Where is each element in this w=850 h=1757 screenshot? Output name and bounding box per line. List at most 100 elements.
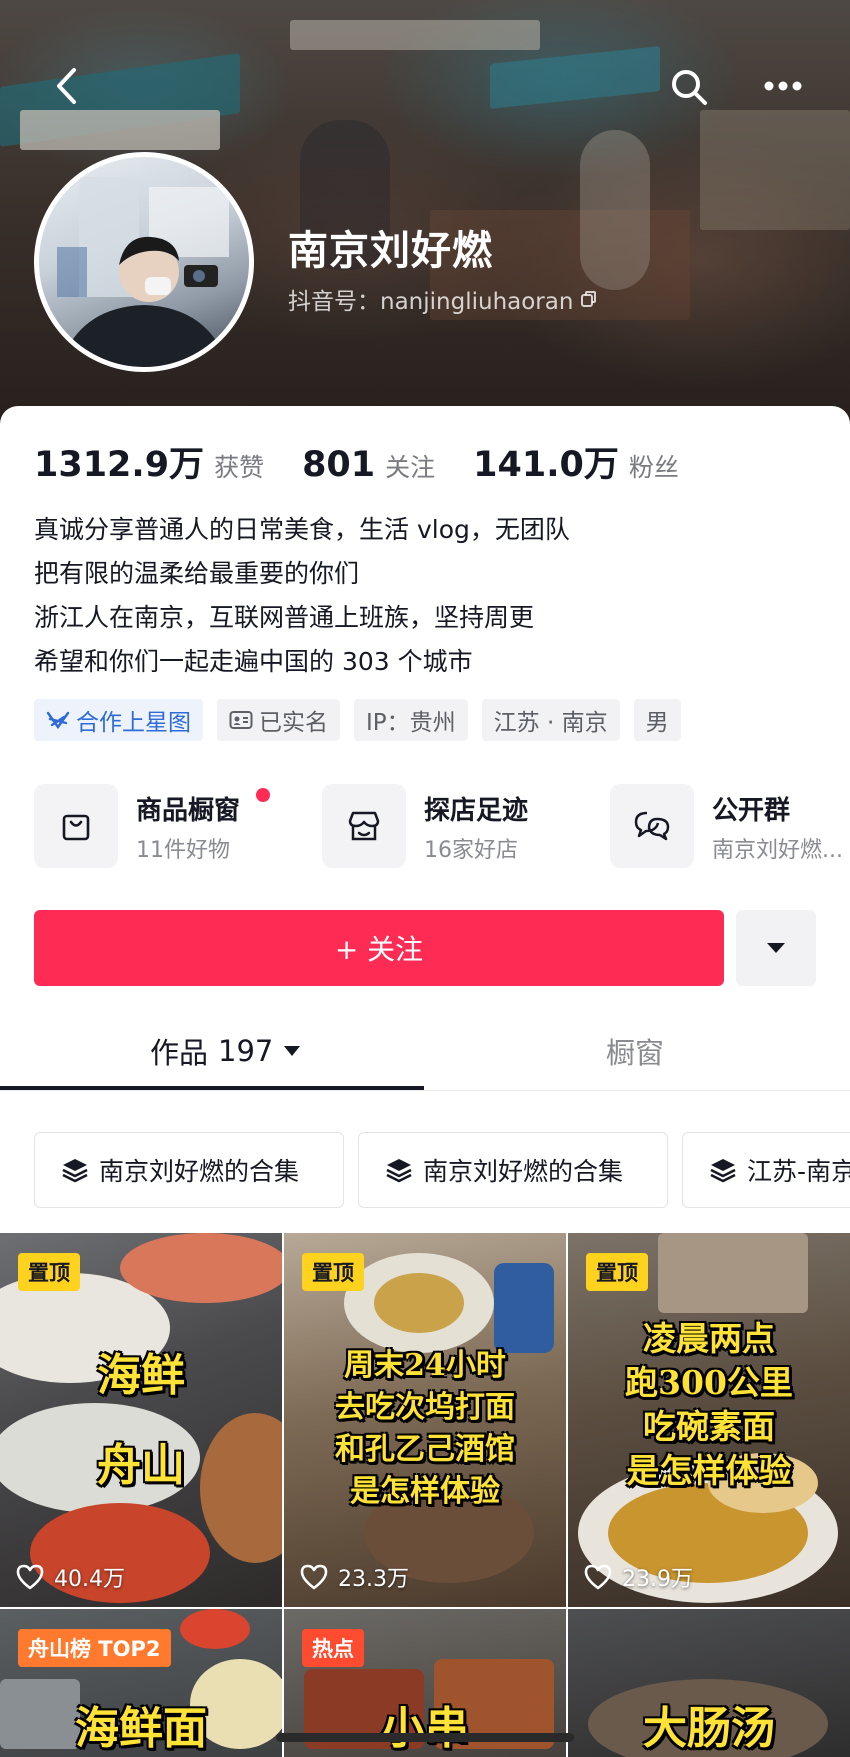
profile-stats: 1312.9万 获赞 801 关注 141.0万 粉丝 — [34, 436, 717, 487]
video-grid: 置顶 海鲜 舟山 40.4万 置顶 周末24小时 去吃次坞打面 和孔乙己酒馆 是… — [0, 1233, 850, 1757]
dish-image — [658, 1233, 808, 1313]
back-arrow-icon — [57, 68, 76, 104]
overlay-line: 小串 — [381, 1703, 469, 1754]
video-overlay-text: 凌晨两点 跑300公里 吃碗素面 是怎样体验 — [568, 1317, 850, 1493]
tag-label: 合作上星图 — [76, 710, 191, 736]
pinned-badge: 置顶 — [302, 1253, 364, 1291]
more-options-button[interactable] — [758, 68, 808, 104]
tag-label: IP：贵州 — [366, 710, 456, 736]
back-button[interactable] — [46, 62, 86, 110]
collection-chip[interactable]: 南京刘好燃的合集 — [358, 1132, 668, 1208]
tag-verified[interactable]: 已实名 — [217, 699, 340, 741]
tag-label: 已实名 — [259, 710, 328, 736]
overlay-line: 大肠汤 — [643, 1703, 775, 1754]
trending-badge: 热点 — [302, 1629, 364, 1667]
search-icon — [672, 70, 707, 105]
feature-shop-visits[interactable]: 探店足迹 16家好店 — [322, 784, 582, 874]
video-thumbnail[interactable]: 置顶 凌晨两点 跑300公里 吃碗素面 是怎样体验 23.9万 — [568, 1233, 850, 1607]
avatar[interactable] — [34, 152, 254, 372]
dish-image — [494, 1263, 554, 1353]
collection-label: 江苏-南京 — [747, 1157, 850, 1186]
dish-image — [180, 1609, 250, 1649]
video-overlay-text: 小串 — [284, 1701, 566, 1757]
tag-label: 江苏 · 南京 — [493, 710, 608, 736]
feature-entries: 商品橱窗 11件好物 探店足迹 16家好店 公开群 南京刘好燃... — [34, 784, 850, 874]
feature-title: 公开群 — [712, 796, 791, 826]
video-overlay-text: 海鲜面 — [0, 1701, 282, 1757]
followers-label[interactable]: 粉丝 — [629, 448, 679, 484]
id-card-icon — [229, 711, 253, 729]
bio-line: 希望和你们一起走遍中国的 303 个城市 — [34, 647, 473, 676]
sort-dropdown-icon[interactable] — [283, 1045, 301, 1057]
douyin-id-text: 抖音号：nanjingliuhaoran — [288, 289, 574, 315]
collection-chip[interactable]: 南京刘好燃的合集 — [34, 1132, 344, 1208]
video-thumbnail[interactable]: 置顶 周末24小时 去吃次坞打面 和孔乙己酒馆 是怎样体验 23.3万 — [284, 1233, 566, 1607]
home-indicator[interactable] — [276, 1733, 574, 1742]
likes-label: 获赞 — [214, 453, 265, 482]
feature-title: 商品橱窗 — [136, 796, 241, 826]
video-thumbnail[interactable]: 置顶 海鲜 舟山 40.4万 — [0, 1233, 282, 1607]
overlay-line: 周末24小时 — [344, 1348, 506, 1383]
pinned-badge: 置顶 — [18, 1253, 80, 1291]
notification-dot — [256, 788, 270, 802]
video-thumbnail[interactable]: 大肠汤 — [568, 1609, 850, 1757]
collection-label: 南京刘好燃的合集 — [99, 1157, 300, 1186]
chat-icon-box — [610, 784, 694, 868]
video-likes: 23.3万 — [300, 1561, 409, 1593]
likes-count-text: 23.3万 — [338, 1567, 409, 1592]
video-overlay-text: 海鲜 舟山 — [0, 1348, 282, 1494]
profile-tags: 合作上星图 已实名 IP：贵州 江苏 · 南京 男 — [34, 699, 681, 741]
bio-line: 真诚分享普通人的日常美食，生活 vlog，无团队 — [34, 515, 570, 544]
search-button[interactable] — [666, 64, 712, 110]
feature-subtitle: 11件好物 — [136, 838, 230, 863]
likes-count: 1312.9万 — [34, 445, 205, 485]
tab-showcase[interactable]: 橱窗 — [606, 1030, 664, 1072]
collection-chip[interactable]: 江苏-南京 — [682, 1132, 850, 1208]
tag-gender: 男 — [633, 699, 681, 741]
bio-line: 把有限的温柔给最重要的你们 — [34, 559, 360, 588]
layers-icon — [62, 1159, 88, 1183]
feature-product-showcase[interactable]: 商品橱窗 11件好物 — [34, 784, 304, 874]
more-dots-icon — [764, 81, 802, 91]
douyin-id[interactable]: 抖音号：nanjingliuhaoran — [288, 282, 599, 316]
chat-icon — [634, 811, 670, 841]
likes-count-text: 23.9万 — [622, 1567, 693, 1592]
overlay-line: 凌晨两点 — [643, 1319, 775, 1358]
tag-star-partner[interactable]: 合作上星图 — [34, 699, 203, 741]
tag-label: 男 — [645, 710, 669, 736]
tag-location[interactable]: 江苏 · 南京 — [481, 699, 620, 741]
layers-icon — [710, 1159, 736, 1183]
tab-works-count: 197 — [218, 1034, 274, 1068]
star-map-icon — [46, 711, 70, 730]
bag-icon — [62, 814, 90, 841]
content-tabs: 作品 197 橱窗 — [0, 1006, 850, 1096]
shop-icon-box — [322, 784, 406, 868]
heart-icon — [16, 1564, 44, 1590]
recommend-dropdown-button[interactable] — [736, 910, 816, 986]
copy-icon[interactable] — [579, 289, 599, 309]
overlay-line: 舟山 — [97, 1440, 185, 1491]
following-count[interactable]: 801 — [302, 445, 375, 485]
tag-ip: IP：贵州 — [354, 699, 468, 741]
dish-image — [120, 1233, 282, 1303]
followers-count[interactable]: 141.0万 — [473, 436, 619, 487]
overlay-line: 和孔乙己酒馆 — [335, 1432, 515, 1467]
overlay-line: 海鲜 — [97, 1350, 185, 1401]
overlay-line: 海鲜面 — [75, 1703, 207, 1754]
video-thumbnail[interactable]: 舟山榜 TOP2 海鲜面 — [0, 1609, 282, 1757]
collection-label: 南京刘好燃的合集 — [423, 1157, 624, 1186]
profile-bio: 真诚分享普通人的日常美食，生活 vlog，无团队 把有限的温柔给最重要的你们 浙… — [34, 508, 570, 684]
feature-subtitle: 16家好店 — [424, 838, 518, 863]
follow-label: + 关注 — [334, 933, 424, 966]
tab-works-label: 作品 — [150, 1036, 209, 1070]
tabs-divider — [0, 1090, 850, 1091]
likes-count-text: 40.4万 — [54, 1567, 125, 1592]
follow-button[interactable]: + 关注 — [34, 910, 724, 986]
tab-works[interactable]: 作品 197 — [150, 1030, 301, 1072]
following-label[interactable]: 关注 — [385, 448, 435, 484]
pinned-badge: 置顶 — [586, 1253, 648, 1291]
feature-title: 探店足迹 — [424, 796, 529, 826]
video-likes: 40.4万 — [16, 1561, 125, 1593]
profile-nickname: 南京刘好燃 — [288, 228, 493, 274]
feature-public-group[interactable]: 公开群 南京刘好燃... — [610, 784, 850, 874]
